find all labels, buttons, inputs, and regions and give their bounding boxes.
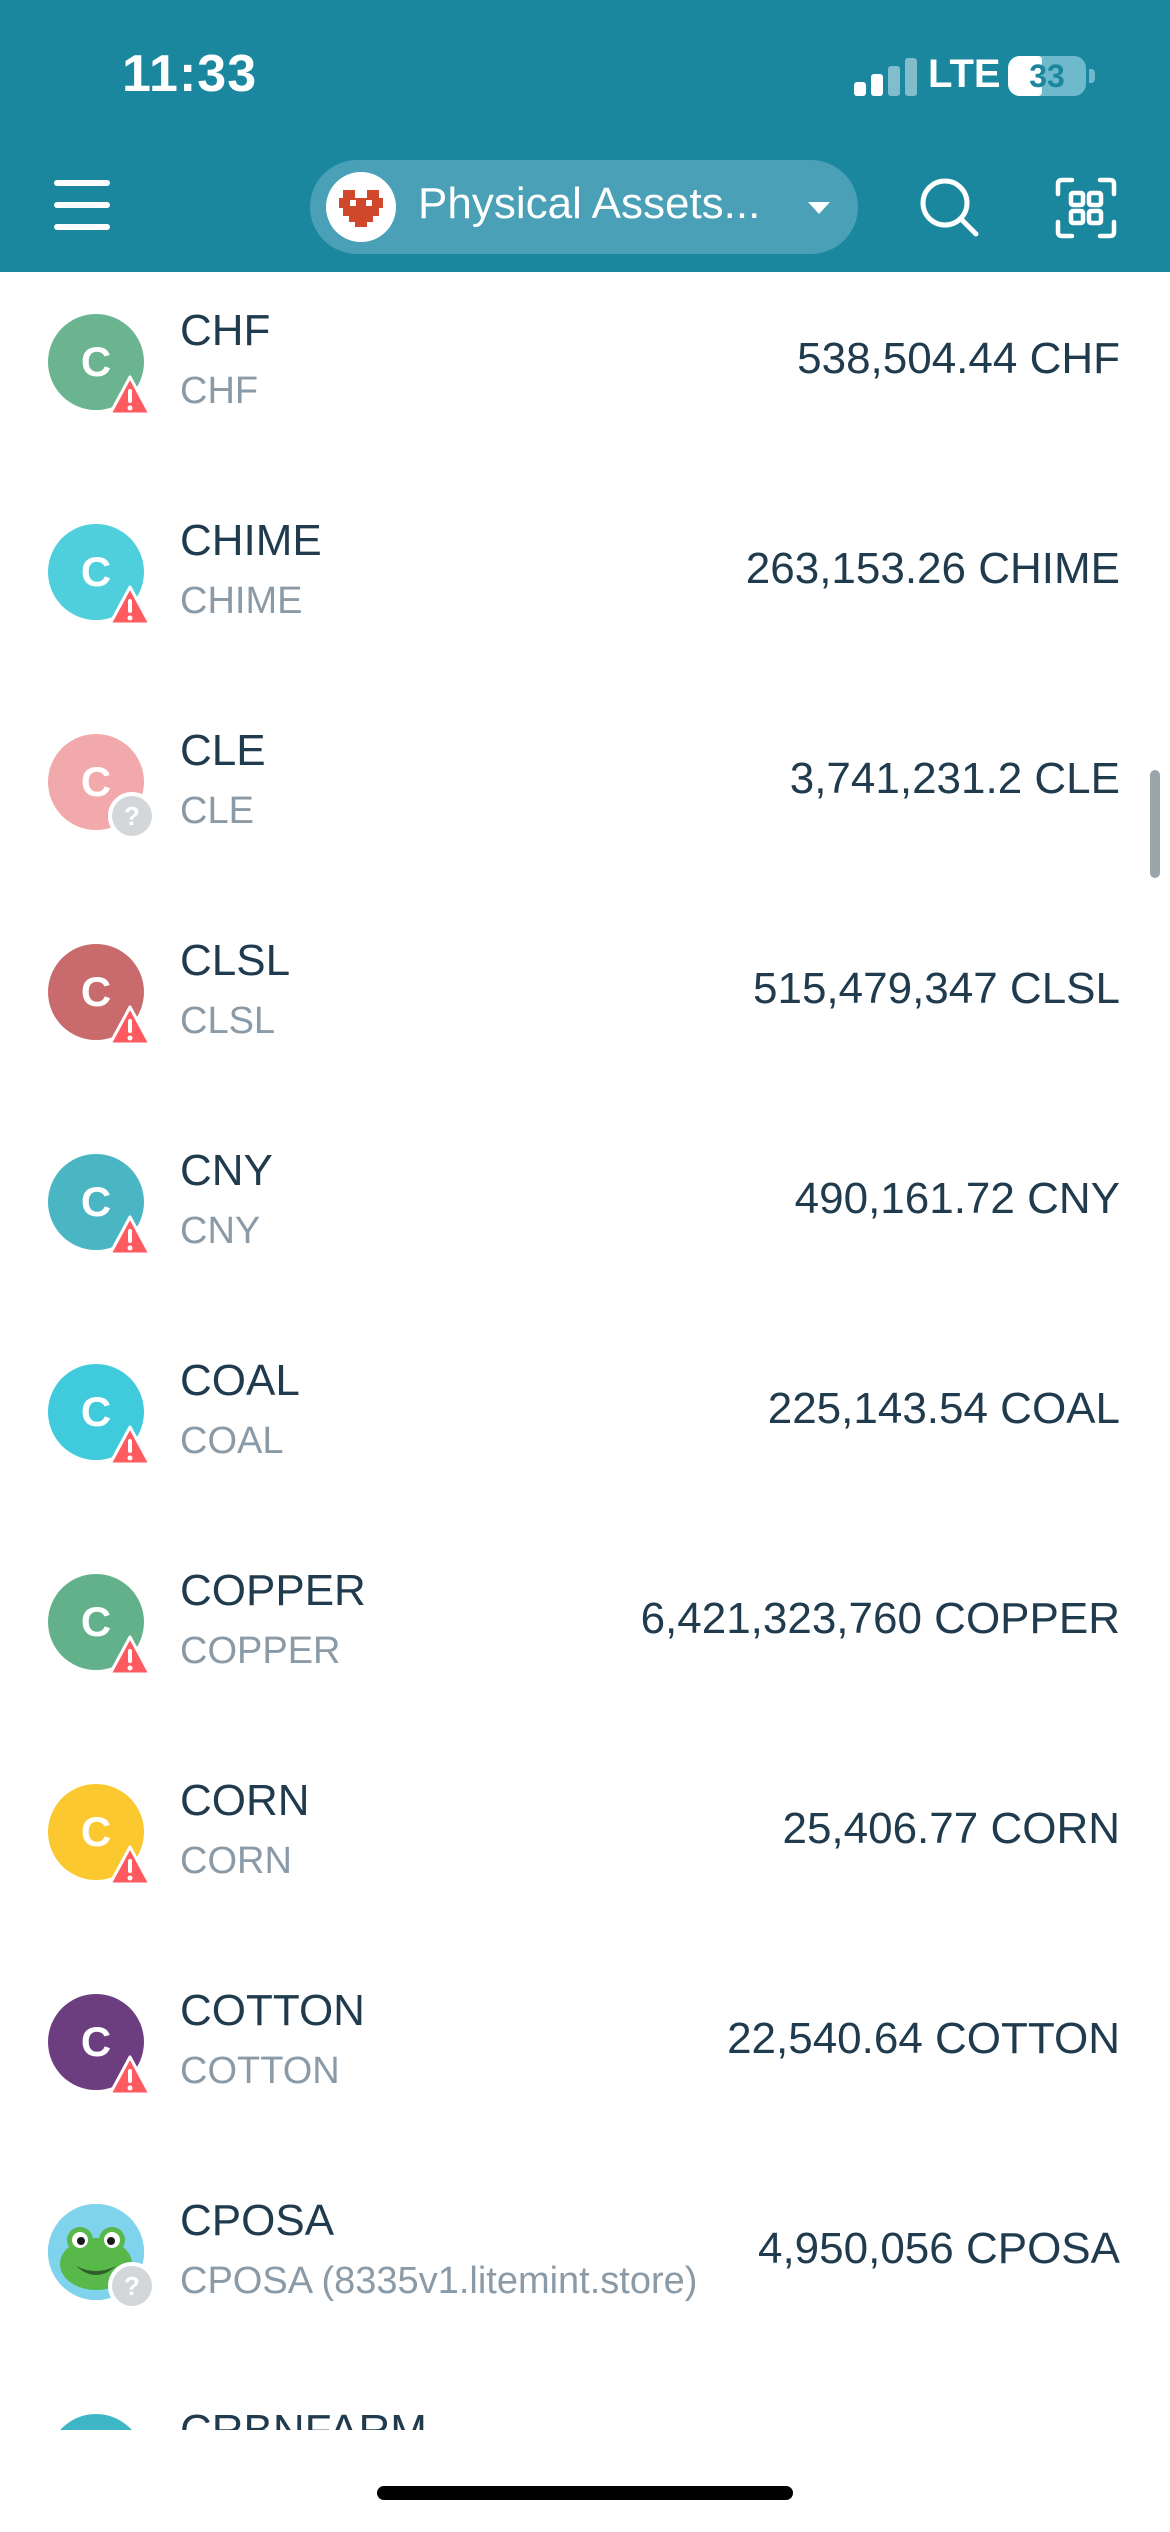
token-symbol: COTTON: [180, 1986, 365, 2035]
token-name: CORN: [180, 1840, 292, 1882]
token-balance: 538,504.44 CHF: [797, 334, 1120, 383]
token-row[interactable]: C COAL COAL 225,143.54 COAL: [0, 1322, 1170, 1532]
question-icon: ?: [108, 2262, 156, 2310]
token-symbol: CHIME: [180, 516, 322, 565]
warning-icon: [108, 374, 152, 418]
warning-icon: [108, 1424, 152, 1468]
token-name: CLE: [180, 790, 254, 832]
svg-text:?: ?: [124, 801, 140, 831]
warning-icon: [108, 584, 152, 628]
hamburger-menu-icon[interactable]: [54, 178, 114, 232]
token-row[interactable]: C COTTON COTTON 22,540.64 COTTON: [0, 1952, 1170, 2162]
battery-level: 33: [1029, 58, 1065, 94]
account-avatar-icon: [326, 172, 396, 242]
token-symbol: CLE: [180, 726, 266, 775]
token-row[interactable]: C CHIME CHIME 263,153.26 CHIME: [0, 482, 1170, 692]
token-name: COTTON: [180, 2050, 340, 2092]
status-time: 11:33: [122, 45, 258, 103]
token-balance: 515,479,347 CLSL: [753, 964, 1120, 1013]
token-balance: 3,741,231.2 CLE: [789, 754, 1120, 803]
app-header: 11:33 LTE 33 Physical Assets...: [0, 0, 1170, 272]
battery-icon: 33: [1008, 56, 1086, 96]
token-name: COPPER: [180, 1630, 341, 1672]
token-symbol: CPOSA: [180, 2196, 335, 2245]
token-row[interactable]: ? CPOSA CPOSA (8335v1.litemint.store) 4,950…: [0, 2162, 1170, 2372]
token-row[interactable]: C CHF CHF 538,504.44 CHF: [0, 272, 1170, 482]
token-balance: 4,950,056 CPOSA: [757, 2224, 1120, 2273]
token-symbol: CHF: [180, 306, 271, 355]
account-selector[interactable]: Physical Assets...: [310, 160, 858, 254]
token-name: CLSL: [180, 1000, 276, 1042]
warning-icon: [108, 2054, 152, 2098]
token-name: CHF: [180, 370, 259, 412]
token-symbol: CLSL: [180, 936, 291, 985]
token-row[interactable]: C CNY CNY 490,161.72 CNY: [0, 1112, 1170, 1322]
token-name: CNY: [180, 1210, 261, 1252]
token-row[interactable]: C COPPER COPPER 6,421,323,760 COPPER: [0, 1532, 1170, 1742]
token-balance: 22,540.64 COTTON: [727, 2014, 1120, 2063]
token-balance: 263,153.26 CHIME: [745, 544, 1120, 593]
token-row[interactable]: C CLSL CLSL 515,479,347 CLSL: [0, 902, 1170, 1112]
home-indicator[interactable]: [377, 2486, 793, 2500]
token-row[interactable]: C CORN CORN 25,406.77 CORN: [0, 1742, 1170, 1952]
token-name: CHIME: [180, 580, 303, 622]
warning-icon: [108, 1634, 152, 1678]
svg-text:?: ?: [124, 2271, 140, 2301]
token-symbol: CNY: [180, 1146, 273, 1195]
token-row[interactable]: C? CLE CLE 3,741,231.2 CLE: [0, 692, 1170, 902]
search-icon[interactable]: [918, 176, 982, 240]
warning-icon: [108, 1004, 152, 1048]
token-balance: 25,406.77 CORN: [782, 1804, 1120, 1853]
token-symbol: COPPER: [180, 1566, 366, 1615]
token-balance: 490,161.72 CNY: [794, 1174, 1120, 1223]
network-type: LTE: [928, 52, 1001, 96]
token-row[interactable]: CCRBNFARM: [0, 2372, 1170, 2432]
token-symbol: CRBNFARM: [180, 2406, 427, 2432]
battery-nub: [1089, 69, 1095, 83]
token-list[interactable]: C CHF CHF 538,504.44 CHF C CHIME CHIME 263,153.…: [0, 272, 1170, 2432]
account-name: Physical Assets...: [418, 179, 761, 228]
bottom-area: [0, 2430, 1170, 2532]
token-symbol: CORN: [180, 1776, 310, 1825]
warning-icon: [108, 1214, 152, 1258]
question-icon: ?: [108, 792, 156, 840]
token-symbol: COAL: [180, 1356, 300, 1405]
scrollbar[interactable]: [1150, 770, 1160, 878]
token-balance: 6,421,323,760 COPPER: [640, 1594, 1120, 1643]
token-balance: 225,143.54 COAL: [767, 1384, 1120, 1433]
token-name: COAL: [180, 1420, 284, 1462]
warning-icon: [108, 1844, 152, 1888]
token-name: CPOSA (8335v1.litemint.store): [180, 2260, 698, 2302]
cellular-signal-icon: [854, 58, 918, 96]
qr-scan-icon[interactable]: [1054, 176, 1118, 240]
chevron-down-icon: [808, 202, 830, 214]
